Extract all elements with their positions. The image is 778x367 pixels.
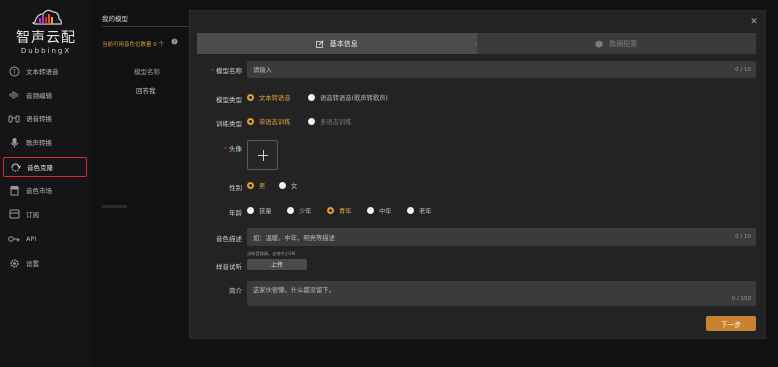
sidebar-item-label: API <box>26 235 37 243</box>
logo-subtitle: DubbingX <box>20 47 72 55</box>
sidebar-item-voice-change[interactable]: 语音转换 <box>3 108 87 128</box>
sidebar-item-label: 文本转语音 <box>26 68 59 76</box>
audio-wave-icon <box>7 88 21 102</box>
table-header-model-name: 模型名称 <box>134 68 160 76</box>
upload-button[interactable]: 上传 <box>247 259 307 270</box>
subscribe-icon <box>7 207 21 221</box>
text-to-speech-icon: T <box>7 64 21 78</box>
step-label: 数据配置 <box>609 39 638 48</box>
radio-icon <box>247 118 254 125</box>
sidebar-item-api[interactable]: API <box>3 229 87 249</box>
gender-label: 性别 <box>229 184 242 192</box>
radio-icon <box>279 182 286 189</box>
song-change-icon <box>7 135 21 149</box>
train-type-option-single[interactable]: 单语态训练 <box>247 117 290 126</box>
radio-icon <box>247 94 254 101</box>
sidebar-item-label: 设置 <box>26 260 39 268</box>
sidebar-item-label: 音色市场 <box>26 187 52 195</box>
voice-desc-count: 0 / 10 <box>735 234 751 240</box>
logo-wave-icon <box>32 9 62 25</box>
sample-upload-hint: 试听音频请，支持大小5M <box>247 251 296 256</box>
step-label: 基本信息 <box>329 39 358 48</box>
step-data-config[interactable]: 数据配置 <box>477 33 757 54</box>
radio-icon <box>247 182 254 189</box>
step-basic-info[interactable]: 基本信息 <box>197 33 477 54</box>
voice-desc-input[interactable]: 如：温暖，中年，明亮等描述 0 / 10 <box>247 228 756 246</box>
radio-icon <box>287 207 294 214</box>
radio-icon <box>407 207 414 214</box>
horizontal-scrollbar[interactable] <box>102 205 127 208</box>
gear-icon <box>7 256 21 270</box>
next-step-button[interactable]: 下一步 <box>706 316 756 331</box>
age-option-teen[interactable]: 少年 <box>287 206 312 215</box>
sidebar-item-label: 音频编辑 <box>26 92 52 100</box>
app-window: 智声云配 DubbingX T 文本转语音 音频编辑 语音转换 歌声转换 音色克… <box>0 0 778 367</box>
logo: 智声云配 DubbingX <box>10 6 82 68</box>
voice-clone-icon <box>8 160 22 174</box>
radio-icon <box>367 207 374 214</box>
svg-text:?: ? <box>173 40 176 45</box>
model-name-count: 0 / 10 <box>735 66 751 73</box>
sidebar-item-label: 语音转换 <box>26 115 52 123</box>
intro-label: 简介 <box>229 287 242 295</box>
sidebar-item-label: 订阅 <box>26 211 39 219</box>
radio-icon <box>327 207 334 214</box>
age-option-senior[interactable]: 老年 <box>407 206 432 215</box>
radio-icon <box>247 207 254 214</box>
key-icon <box>7 232 21 246</box>
sidebar-item-text-to-speech[interactable]: T 文本转语音 <box>3 61 87 81</box>
age-option-child[interactable]: 孩童 <box>247 206 272 215</box>
sidebar-item-label: 音色克隆 <box>27 164 53 172</box>
gender-option-male[interactable]: 男 <box>247 181 265 190</box>
model-type-option-tts[interactable]: 文本转语音 <box>247 93 290 102</box>
sidebar-item-song-change[interactable]: 歌声转换 <box>3 132 87 152</box>
avatar-label: * 头像 <box>223 145 242 153</box>
market-icon <box>7 183 21 197</box>
available-count-text: 当前可用音色位数量 0 个 <box>102 42 164 48</box>
intro-textarea[interactable]: 这家伙很懒，什么都没留下。 0 / 150 <box>247 281 756 306</box>
radio-icon <box>308 94 315 101</box>
help-icon[interactable]: ? <box>171 38 178 45</box>
model-type-option-sts[interactable]: 语音转语音(歌声转歌声) <box>308 93 388 102</box>
age-option-youth[interactable]: 青年 <box>327 206 352 215</box>
voice-desc-label: 音色描述 <box>216 235 242 243</box>
step-bar: 基本信息 数据配置 › <box>197 33 756 54</box>
sidebar-item-settings[interactable]: 设置 <box>3 253 87 273</box>
logo-title: 智声云配 <box>16 30 76 46</box>
svg-text:T: T <box>11 69 16 76</box>
sidebar: 智声云配 DubbingX T 文本转语音 音频编辑 语音转换 歌声转换 音色克… <box>0 0 92 367</box>
gender-option-female[interactable]: 女 <box>279 181 297 190</box>
train-type-label: 训练类型 <box>216 120 242 128</box>
age-label: 年龄 <box>229 209 242 217</box>
age-option-middle[interactable]: 中年 <box>367 206 392 215</box>
voice-change-icon <box>7 111 21 125</box>
model-name-input[interactable]: 请输入 0 / 10 <box>247 61 756 78</box>
train-type-option-multi[interactable]: 多语态训练 <box>308 117 351 126</box>
create-model-dialog: ✕ 基本信息 数据配置 › * 模型名称 请输入 0 / 10 模型类型 文本转… <box>190 11 765 338</box>
sidebar-item-label: 歌声转换 <box>26 139 52 147</box>
sample-label: 样音试听 <box>216 263 242 271</box>
sidebar-item-voice-clone[interactable]: 音色克隆 <box>3 157 87 177</box>
intro-count: 0 / 150 <box>731 296 751 302</box>
model-name-label: * 模型名称 <box>210 67 242 75</box>
cube-icon <box>595 40 603 48</box>
edit-icon <box>315 39 324 48</box>
model-type-label: 模型类型 <box>216 96 242 104</box>
chevron-right-icon: › <box>474 38 478 49</box>
avatar-upload-button[interactable] <box>247 140 278 170</box>
radio-icon <box>308 118 315 125</box>
close-icon[interactable]: ✕ <box>748 16 760 28</box>
sidebar-item-audio-edit[interactable]: 音频编辑 <box>3 85 87 105</box>
tab-my-models[interactable]: 我的模型 <box>102 13 128 23</box>
table-row[interactable]: 回答我 <box>136 85 156 95</box>
sidebar-item-market[interactable]: 音色市场 <box>3 180 87 200</box>
sidebar-item-subscribe[interactable]: 订阅 <box>3 204 87 224</box>
